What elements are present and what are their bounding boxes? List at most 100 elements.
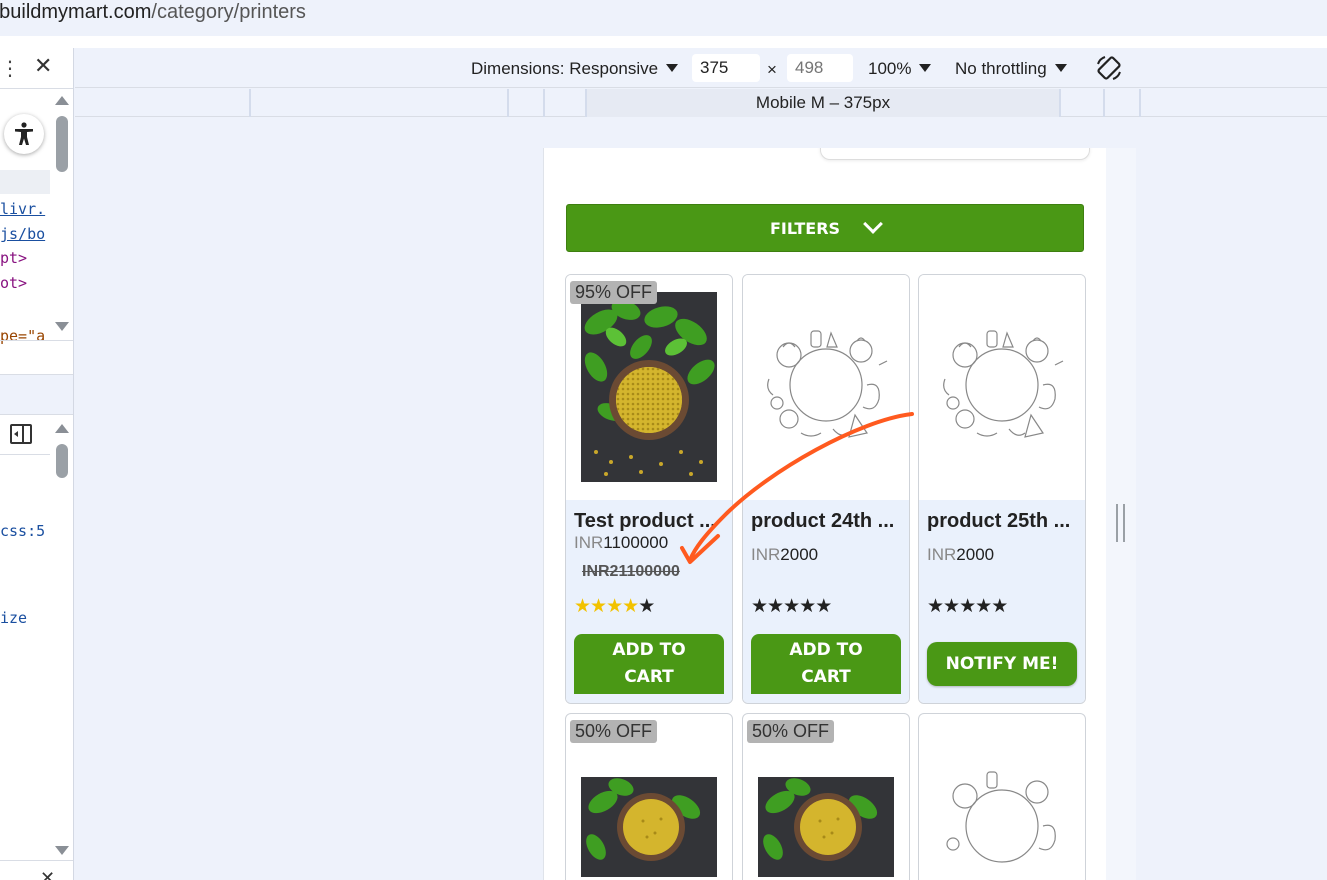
notify-me-button[interactable]: NOTIFY ME! — [927, 642, 1077, 686]
devtools-divider — [0, 860, 73, 861]
button-label: CART — [624, 667, 674, 687]
fenugreek-photo-icon — [581, 777, 717, 877]
star-filled-icon: ★ — [622, 595, 639, 617]
price-value: 2000 — [956, 545, 995, 564]
product-price: INR2000 — [927, 545, 994, 565]
star-rating: ★★★★★ — [751, 595, 832, 617]
product-info: Test product ... INR1100000 INR21100000 … — [566, 500, 732, 703]
zoom-label: 100% — [868, 59, 912, 78]
rotate-icon[interactable] — [1095, 54, 1123, 82]
url-text[interactable]: ebuildmymart.com/category/printers — [0, 1, 306, 24]
code-line: pt> — [0, 249, 28, 267]
star-empty-icon: ★ — [783, 595, 800, 617]
url-domain: ebuildmymart.com — [0, 1, 152, 23]
scroll-down-arrow-icon[interactable] — [55, 322, 69, 331]
star-rating: ★★★★★ — [574, 595, 655, 617]
add-to-cart-button[interactable]: ADD TO CART — [751, 634, 901, 694]
devtools-panel: ⋮ ✕ livr. js/bo pt> ot> pe="a css:5 ize … — [0, 48, 74, 880]
product-image[interactable]: 95% OFF — [566, 275, 732, 500]
resize-handle[interactable] — [1116, 504, 1125, 542]
url-path: /category/printers — [151, 1, 306, 23]
product-info: product 24th ... INR2000 ★★★★★ ADD TO CA… — [743, 500, 909, 703]
accessibility-icon[interactable] — [4, 114, 44, 154]
devtools-divider — [0, 340, 73, 341]
product-card[interactable]: product 24th ... INR2000 ★★★★★ ADD TO CA… — [742, 274, 910, 704]
price-value: 2000 — [780, 545, 819, 564]
star-filled-icon: ★ — [590, 595, 607, 617]
placeholder-sketch-icon — [946, 771, 1056, 863]
product-info: product 25th ... INR2000 ★★★★★ NOTIFY ME… — [919, 500, 1085, 703]
close-icon[interactable]: ✕ — [34, 54, 52, 79]
scrollbar-thumb[interactable] — [56, 116, 68, 172]
dropdown-arrow-icon — [666, 64, 679, 72]
close-icon[interactable]: ✕ — [40, 868, 55, 880]
button-label: CART — [801, 667, 851, 687]
dimensions-dropdown[interactable]: Dimensions: Responsive — [471, 59, 679, 79]
product-card[interactable]: 50% OFF — [742, 713, 910, 880]
fenugreek-photo-icon — [581, 292, 717, 482]
device-width-bar[interactable]: Mobile M – 375px — [585, 89, 1061, 117]
times-separator: × — [767, 60, 777, 79]
scroll-down-arrow-icon[interactable] — [55, 846, 69, 855]
page-viewport: FILTERS 95% OFF Test product ... INR1100… — [543, 148, 1106, 880]
star-empty-icon: ★ — [638, 595, 655, 617]
scrollbar-thumb[interactable] — [56, 444, 68, 478]
dimensions-label: Dimensions: Responsive — [471, 59, 659, 78]
button-label: NOTIFY ME! — [945, 653, 1059, 674]
address-bar[interactable]: ebuildmymart.com/category/printers — [0, 0, 1327, 36]
media-query-tick[interactable] — [543, 89, 545, 117]
product-image[interactable] — [919, 275, 1085, 500]
devtools-divider — [0, 374, 73, 375]
discount-badge: 50% OFF — [747, 720, 835, 743]
code-line[interactable]: js/bo — [0, 225, 45, 243]
scroll-up-arrow-icon[interactable] — [55, 96, 69, 105]
chevron-down-icon — [863, 214, 883, 234]
dock-side-icon[interactable] — [10, 424, 32, 444]
search-box-edge[interactable] — [820, 148, 1090, 160]
star-empty-icon: ★ — [767, 595, 784, 617]
code-line[interactable]: livr. — [0, 200, 45, 218]
product-card[interactable] — [918, 713, 1086, 880]
star-empty-icon: ★ — [943, 595, 960, 617]
product-name[interactable]: Test product ... — [574, 510, 726, 533]
currency-label: INR — [927, 545, 957, 564]
code-line: pe="a — [0, 327, 46, 345]
product-price: INR1100000 — [574, 533, 668, 553]
media-query-tick[interactable] — [1139, 89, 1141, 117]
price-value: 1100000 — [603, 533, 669, 552]
media-query-tick[interactable] — [249, 89, 251, 117]
scroll-up-arrow-icon[interactable] — [55, 424, 69, 433]
toolbar-divider — [0, 36, 1327, 48]
product-name[interactable]: product 24th ... — [751, 510, 903, 533]
height-input[interactable] — [787, 54, 853, 82]
star-empty-icon: ★ — [799, 595, 816, 617]
width-input[interactable] — [692, 54, 760, 82]
media-query-bar: Mobile M – 375px — [75, 89, 1327, 117]
product-image[interactable] — [743, 275, 909, 500]
zoom-dropdown[interactable]: 100% — [868, 59, 932, 79]
filters-label: FILTERS — [769, 218, 841, 238]
product-card[interactable]: 95% OFF Test product ... INR1100000 INR2… — [565, 274, 733, 704]
throttling-dropdown[interactable]: No throttling — [955, 59, 1067, 79]
devtools-divider — [0, 414, 73, 415]
devtools-band — [0, 374, 73, 414]
code-line[interactable]: css:5 — [0, 522, 45, 540]
media-query-tick[interactable] — [1103, 89, 1105, 117]
star-filled-icon: ★ — [606, 595, 623, 617]
media-query-tick[interactable] — [507, 89, 509, 117]
add-to-cart-button[interactable]: ADD TO CART — [574, 634, 724, 694]
star-empty-icon: ★ — [751, 595, 768, 617]
product-card[interactable]: product 25th ... INR2000 ★★★★★ NOTIFY ME… — [918, 274, 1086, 704]
product-name[interactable]: product 25th ... — [927, 510, 1079, 533]
selected-row-highlight — [0, 170, 50, 194]
placeholder-sketch-icon — [767, 330, 888, 438]
device-toolbar: Dimensions: Responsive × 100% No throttl… — [75, 48, 1327, 88]
product-card[interactable]: 50% OFF — [565, 713, 733, 880]
kebab-menu-icon[interactable]: ⋮ — [0, 58, 20, 78]
star-filled-icon: ★ — [574, 595, 591, 617]
product-price: INR2000 — [751, 545, 818, 565]
currency-label: INR — [751, 545, 781, 564]
star-empty-icon: ★ — [815, 595, 832, 617]
button-label: ADD TO — [612, 640, 686, 660]
filters-button[interactable]: FILTERS — [566, 204, 1084, 252]
